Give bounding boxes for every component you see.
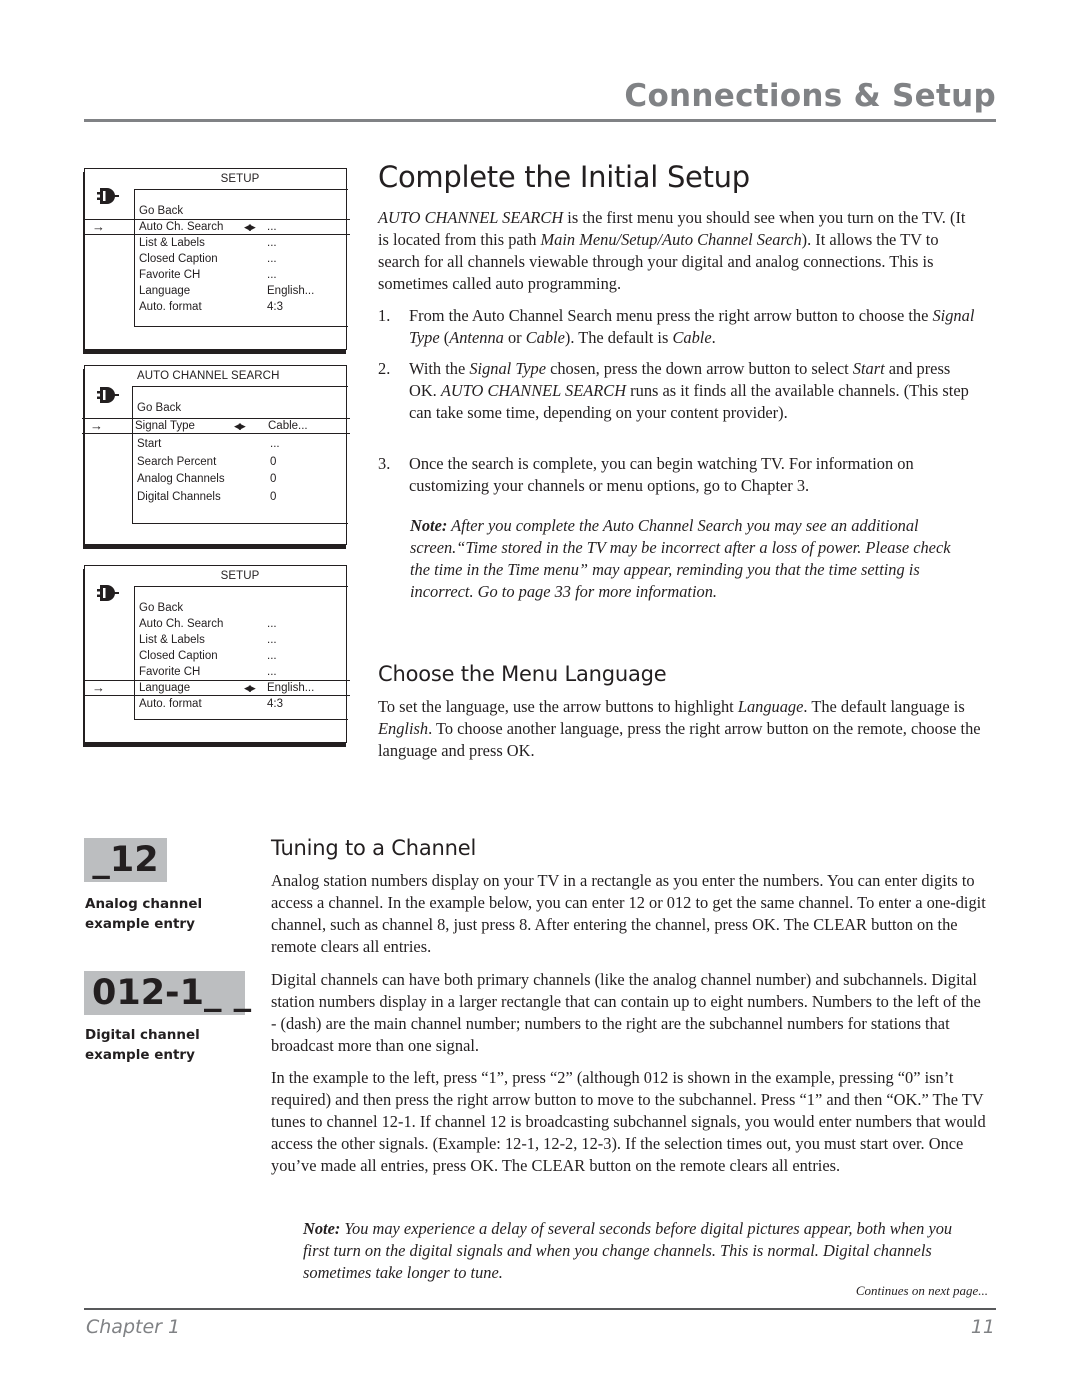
menu-row-start[interactable]: Start...: [133, 436, 348, 452]
section-header-title: Connections & Setup: [624, 78, 996, 114]
left-right-arrows-icon: ◀▶: [244, 222, 256, 232]
tuning-paragraph-1: Analog station numbers display on your T…: [271, 871, 986, 956]
tv-plug-icon: [97, 387, 119, 403]
footer-chapter-label: Chapter 1: [86, 1316, 181, 1338]
heading-tuning-to-a-channel: Tuning to a Channel: [271, 836, 477, 860]
menu-row-language[interactable]: Language English...: [135, 283, 348, 299]
analog-channel-example-box: _12: [84, 838, 167, 882]
tv-plug-icon: [97, 188, 119, 204]
menu-row-favorite-ch[interactable]: Favorite CH...: [135, 267, 348, 283]
heading-complete-initial-setup: Complete the Initial Setup: [378, 160, 750, 194]
menu-row-go-back[interactable]: Go Back: [135, 203, 348, 219]
analog-channel-caption: Analog channel example entry: [85, 896, 203, 932]
setup-menu-screen-1: SETUP Go Back → Auto Ch. Search ◀▶ ... L…: [84, 168, 350, 350]
menu-row-analog-channels[interactable]: Analog Channels 0: [133, 471, 348, 487]
left-right-arrows-icon: ◀▶: [244, 683, 256, 693]
menu-row-go-back[interactable]: Go Back: [135, 600, 348, 616]
heading-choose-menu-language: Choose the Menu Language: [378, 662, 667, 686]
note-digital-delay: Note: You may experience a delay of seve…: [303, 1219, 953, 1282]
language-paragraph: To set the language, use the arrow butto…: [378, 697, 981, 760]
menu-row-closed-caption[interactable]: Closed Caption...: [135, 648, 348, 664]
pointer-arrow-icon: →: [92, 680, 105, 695]
menu-row-signal-type[interactable]: → Signal Type ◀▶ Cable...: [82, 418, 350, 434]
menu-row-search-percent[interactable]: Search Percent 0: [133, 454, 348, 470]
menu-row-auto-ch-search[interactable]: Auto Ch. Search...: [135, 616, 348, 632]
tuning-paragraph-3: In the example to the left, press “1”, p…: [271, 1068, 986, 1175]
menu-row-auto-format[interactable]: Auto. format 4:3: [135, 696, 348, 712]
menu-row-auto-format[interactable]: Auto. format 4:3: [135, 299, 348, 315]
menu-row-favorite-ch[interactable]: Favorite CH...: [135, 664, 348, 680]
left-right-arrows-icon: ◀▶: [234, 421, 246, 431]
menu-row-closed-caption[interactable]: Closed Caption...: [135, 251, 348, 267]
tuning-paragraph-2: Digital channels can have both primary c…: [271, 970, 981, 1055]
tv-plug-icon: [97, 585, 119, 601]
digital-channel-caption: Digital channel example entry: [85, 1027, 200, 1063]
menu-row-language[interactable]: → Language ◀▶ English...: [84, 680, 350, 696]
menu-row-go-back[interactable]: Go Back: [133, 400, 348, 416]
note-auto-channel-search: Note: After you complete the Auto Channe…: [410, 516, 951, 601]
menu-row-list-labels[interactable]: List & Labels...: [135, 235, 348, 251]
intro-paragraph: AUTO CHANNEL SEARCH is the first menu yo…: [378, 208, 966, 293]
menu-title: SETUP: [220, 570, 260, 582]
menu-title: AUTO CHANNEL SEARCH: [137, 370, 280, 382]
pointer-arrow-icon: →: [90, 418, 103, 433]
continues-next-page: Continues on next page...: [855, 1283, 988, 1298]
menu-list: Go Back Auto Ch. Search... List & Labels…: [84, 586, 350, 720]
digital-channel-example-box: 012-1_ _: [84, 971, 251, 1015]
auto-channel-search-menu-screen: AUTO CHANNEL SEARCH Go Back → Signal Typ…: [82, 365, 350, 545]
pointer-arrow-icon: →: [92, 219, 105, 234]
menu-row-list-labels[interactable]: List & Labels...: [135, 632, 348, 648]
menu-title: SETUP: [220, 173, 260, 185]
menu-row-digital-channels[interactable]: Digital Channels 0: [133, 489, 348, 505]
menu-row-auto-ch-search[interactable]: → Auto Ch. Search ◀▶ ...: [84, 219, 350, 235]
menu-list: Go Back → Signal Type ◀▶ Cable... Start.…: [82, 386, 350, 524]
header-rule: [84, 119, 996, 122]
footer-page-number: 11: [970, 1316, 995, 1338]
footer-rule: [84, 1308, 996, 1310]
menu-list: Go Back → Auto Ch. Search ◀▶ ... List & …: [84, 189, 350, 327]
setup-menu-screen-2: SETUP Go Back Auto Ch. Search... List & …: [84, 565, 350, 743]
